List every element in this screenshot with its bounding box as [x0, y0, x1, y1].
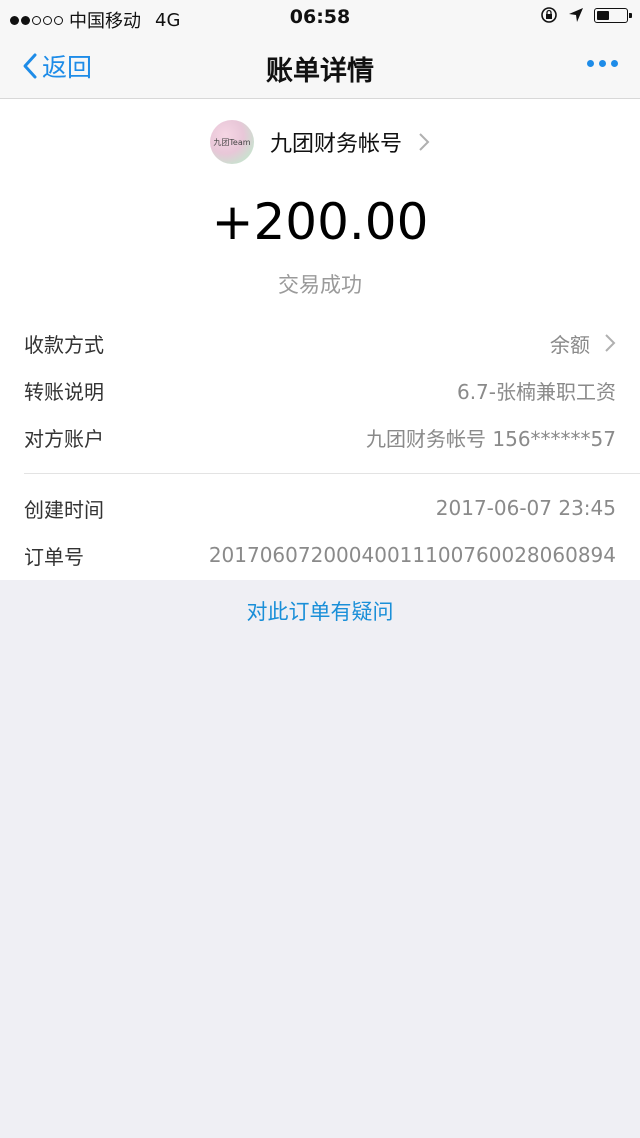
detail-label: 收款方式 [24, 332, 104, 357]
status-bar: 中国移动 4G 06:58 [0, 0, 640, 34]
detail-value: 6.7-张楠兼职工资 [456, 379, 616, 404]
detail-label: 创建时间 [24, 497, 104, 522]
detail-value: 九团财务帐号 156******57 [366, 426, 616, 451]
chevron-right-icon [419, 133, 430, 151]
detail-value: 余额 [550, 329, 616, 358]
detail-row-created-time: 创建时间 2017-06-07 23:45 [24, 490, 616, 526]
avatar-text: 九团Team [213, 137, 251, 147]
divider [24, 473, 640, 474]
location-arrow-icon [569, 8, 583, 22]
status-right [540, 6, 632, 24]
detail-row-order-number: 订单号 20170607200040011100760028060894 [24, 537, 616, 573]
page-title: 账单详情 [266, 56, 374, 87]
transaction-amount: +200.00 [211, 193, 429, 251]
chevron-right-icon [605, 334, 616, 352]
more-icon[interactable] [587, 60, 618, 67]
detail-label: 转账说明 [24, 379, 104, 404]
detail-value: 2017-06-07 23:45 [435, 496, 616, 520]
detail-row-transfer-note: 转账说明 6.7-张楠兼职工资 [24, 372, 616, 408]
battery-icon [594, 7, 632, 23]
lock-rotation-icon [541, 7, 557, 23]
detail-row-counterparty-account: 对方账户 九团财务帐号 156******57 [24, 419, 616, 455]
navigation-bar: 返回 账单详情 [0, 34, 640, 99]
avatar: 九团Team [209, 120, 254, 164]
detail-label: 对方账户 [24, 426, 104, 451]
detail-value-text: 余额 [550, 332, 590, 357]
payee-row[interactable]: 九团Team 九团财务帐号 [0, 118, 640, 166]
detail-row-payment-method[interactable]: 收款方式 余额 [24, 325, 616, 361]
payee-name: 九团财务帐号 [269, 132, 402, 157]
detail-value: 20170607200040011100760028060894 [208, 543, 616, 567]
order-question-link[interactable]: 对此订单有疑问 [0, 596, 640, 626]
bill-detail-card: 九团Team 九团财务帐号 +200.00 交易成功 收款方式 余额 转账说明 … [0, 99, 640, 580]
transaction-status: 交易成功 [278, 273, 362, 297]
detail-label: 订单号 [24, 544, 84, 569]
